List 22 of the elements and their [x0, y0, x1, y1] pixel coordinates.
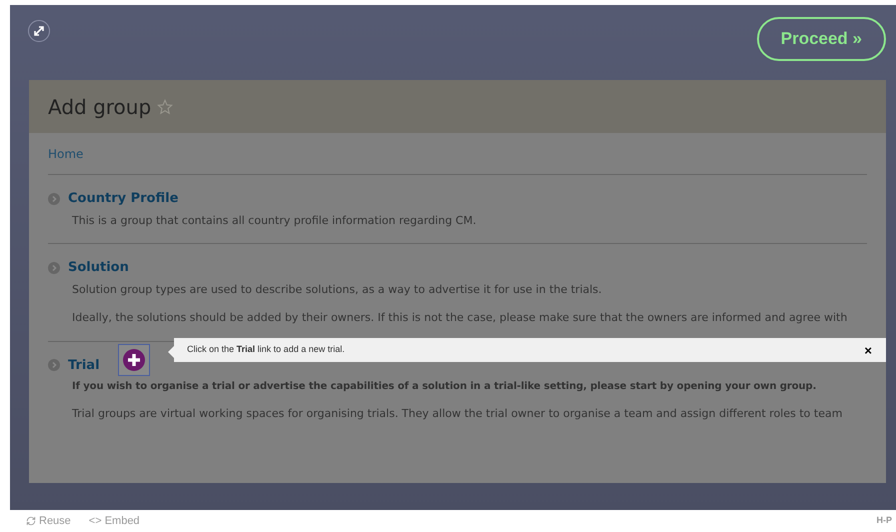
expand-icon: [34, 26, 44, 36]
group-description: If you wish to organise a trial or advertise the capabilities of a solution in a trial-like setting, please start by opening your own group.: [72, 380, 816, 394]
group-description: Ideally, the solutions should be added by their owners. If this is not the case, please make sure that the owners are informed and agree with: [72, 310, 848, 326]
tooltip-text: Click on the Trial link to add a new trial.: [187, 343, 345, 356]
star-icon[interactable]: [157, 98, 174, 114]
close-button[interactable]: ×: [864, 344, 872, 356]
add-hotspot[interactable]: [118, 344, 150, 376]
group-description: Trial groups are virtual working spaces for organising trials. They allow the trial owner to organise a team and assign different roles to team: [72, 406, 842, 422]
group-link[interactable]: Country Profile: [68, 189, 178, 208]
group-description: Solution group types are used to describe solutions, as a way to advertise it for use in the trials.: [72, 282, 602, 298]
h5p-logo: H-P: [876, 514, 892, 528]
group-description: This is a group that contains all country profile information regarding CM.: [72, 212, 476, 228]
proceed-button[interactable]: Proceed »: [756, 17, 886, 61]
reuse-button[interactable]: Reuse: [26, 512, 71, 530]
fullscreen-button[interactable]: [28, 20, 50, 42]
plus-icon: [123, 349, 145, 371]
embed-button[interactable]: <> Embed: [88, 512, 140, 530]
group-link[interactable]: Trial: [68, 356, 100, 375]
refresh-icon: [26, 516, 36, 526]
breadcrumb-link[interactable]: Home: [48, 144, 84, 162]
page-title: Add group: [48, 94, 152, 120]
group-link[interactable]: Solution: [68, 258, 129, 278]
